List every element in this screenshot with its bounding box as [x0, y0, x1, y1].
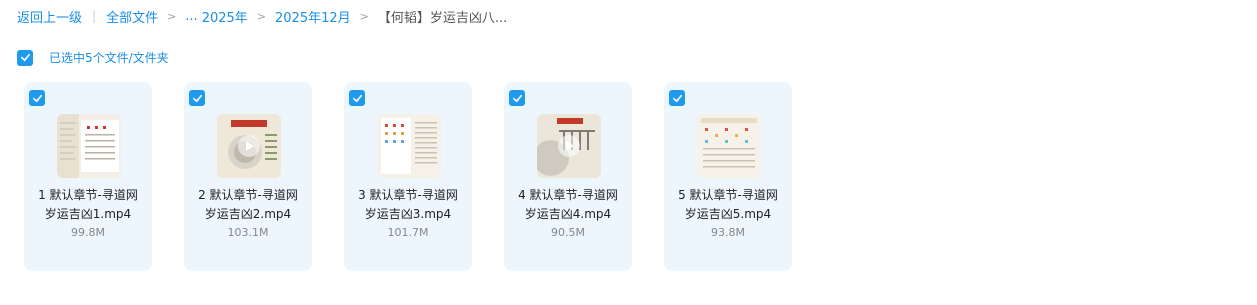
file-name: 4 默认章节-寻道网 岁运吉凶4.mp4 [518, 188, 618, 221]
video-thumbnail [697, 114, 761, 178]
file-name: 3 默认章节-寻道网 岁运吉凶3.mp4 [358, 188, 458, 221]
file-size: 93.8M [711, 226, 745, 239]
file-grid: 1 默认章节-寻道网 岁运吉凶1.mp4 99.8M 2 默认章节-寻道网 岁运… [24, 82, 792, 271]
file-card[interactable]: 4 默认章节-寻道网 岁运吉凶4.mp4 90.5M [504, 82, 632, 271]
file-checkbox[interactable] [509, 90, 525, 106]
file-card[interactable]: 5 默认章节-寻道网 岁运吉凶5.mp4 93.8M [664, 82, 792, 271]
file-checkbox[interactable] [189, 90, 205, 106]
breadcrumb: 返回上一级 | 全部文件 > ... 2025年 > 2025年12月 > 【何… [17, 6, 507, 26]
check-icon [192, 94, 202, 102]
file-card[interactable]: 1 默认章节-寻道网 岁运吉凶1.mp4 99.8M [24, 82, 152, 271]
select-all-checkbox[interactable] [17, 49, 33, 66]
play-icon [238, 135, 260, 157]
video-thumbnail [537, 114, 601, 178]
breadcrumb-current: 【何韬】岁运吉凶八... [377, 10, 508, 26]
check-icon [20, 53, 30, 62]
file-size: 103.1M [227, 226, 269, 239]
file-card[interactable]: 2 默认章节-寻道网 岁运吉凶2.mp4 103.1M [184, 82, 312, 271]
selection-count: 已选中5个文件/文件夹 [49, 51, 169, 65]
chevron-right-icon: > [256, 9, 267, 23]
breadcrumb-year[interactable]: 2025年 [202, 7, 248, 26]
file-checkbox[interactable] [669, 90, 685, 106]
file-size: 90.5M [551, 226, 585, 239]
back-link[interactable]: 返回上一级 [17, 7, 82, 26]
video-thumbnail [217, 114, 281, 178]
video-thumbnail [377, 114, 441, 178]
select-all-row: 已选中5个文件/文件夹 [17, 49, 169, 66]
chevron-right-icon: > [167, 9, 177, 23]
check-icon [512, 94, 522, 102]
check-icon [672, 94, 682, 102]
breadcrumb-divider: | [92, 9, 97, 23]
video-thumbnail [57, 114, 121, 178]
check-icon [32, 94, 42, 102]
file-size: 99.8M [71, 226, 105, 239]
file-checkbox[interactable] [349, 90, 365, 106]
breadcrumb-ellipsis[interactable]: ... [185, 9, 197, 24]
check-icon [352, 94, 362, 102]
breadcrumb-month[interactable]: 2025年12月 [275, 7, 351, 26]
file-name: 5 默认章节-寻道网 岁运吉凶5.mp4 [678, 188, 778, 221]
all-files-link[interactable]: 全部文件 [106, 7, 158, 26]
file-size: 101.7M [387, 226, 429, 239]
file-name: 2 默认章节-寻道网 岁运吉凶2.mp4 [198, 188, 298, 221]
play-icon [558, 135, 580, 157]
file-checkbox[interactable] [29, 90, 45, 106]
file-card[interactable]: 3 默认章节-寻道网 岁运吉凶3.mp4 101.7M [344, 82, 472, 271]
file-name: 1 默认章节-寻道网 岁运吉凶1.mp4 [38, 188, 138, 221]
chevron-right-icon: > [359, 9, 369, 23]
